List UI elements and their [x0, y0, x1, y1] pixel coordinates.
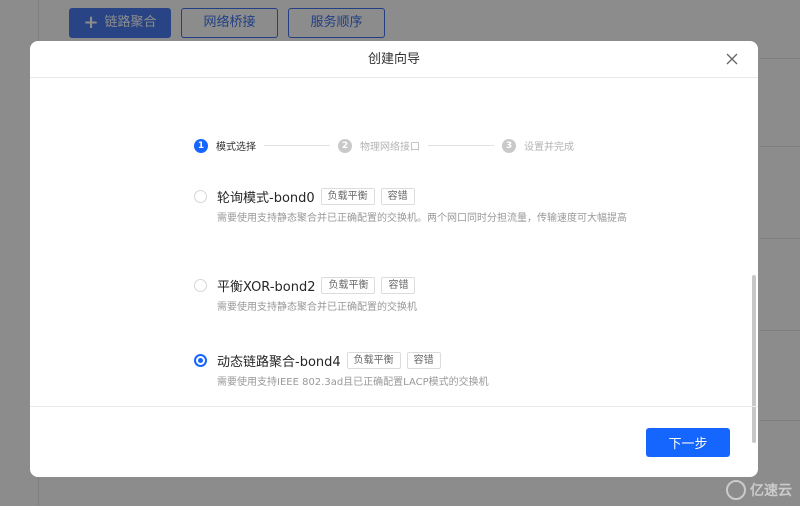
- close-button[interactable]: [724, 51, 740, 67]
- step-number: 3: [502, 138, 516, 153]
- option-title: 平衡XOR-bond2: [217, 279, 316, 295]
- option-title: 动态链路聚合-bond4: [217, 354, 341, 370]
- next-step-button[interactable]: 下一步: [646, 428, 730, 457]
- step-label: 设置并完成: [524, 142, 574, 153]
- tag-fault-tolerance: 容错: [381, 276, 416, 294]
- bond-mode-option-bond0[interactable]: 轮询模式-bond0 负载平衡 容错 需要使用支持静态聚合并已正确配置的交换机。…: [194, 186, 637, 226]
- radio-bond2[interactable]: [194, 278, 207, 292]
- option-description: 需要使用支持静态聚合并已正确配置的交换机: [217, 302, 417, 313]
- dialog-header: 创建向导: [30, 41, 758, 78]
- watermark: 亿速云: [726, 480, 792, 500]
- step-connector: [264, 145, 330, 146]
- step-physical-interface: 2 物理网络接口: [338, 138, 420, 153]
- step-finish: 3 设置并完成: [502, 138, 574, 153]
- tag-load-balance: 负载平衡: [320, 187, 375, 205]
- step-number: 2: [338, 138, 352, 153]
- watermark-logo-icon: [726, 480, 746, 500]
- radio-bond4[interactable]: [194, 353, 207, 367]
- bond-mode-option-bond4[interactable]: 动态链路聚合-bond4 负载平衡 容错 需要使用支持IEEE 802.3ad且…: [194, 350, 637, 390]
- watermark-text: 亿速云: [750, 483, 792, 499]
- tag-load-balance: 负载平衡: [321, 276, 376, 294]
- option-description: 需要使用支持IEEE 802.3ad且已正确配置LACP模式的交换机: [217, 377, 489, 388]
- step-mode-select: 1 模式选择: [194, 138, 256, 153]
- step-number: 1: [194, 138, 208, 153]
- tag-fault-tolerance: 容错: [406, 351, 441, 369]
- bond-mode-option-bond2[interactable]: 平衡XOR-bond2 负载平衡 容错 需要使用支持静态聚合并已正确配置的交换机: [194, 275, 637, 315]
- dialog-title: 创建向导: [367, 52, 420, 67]
- option-description: 需要使用支持静态聚合并已正确配置的交换机。两个网口同时分担流量，传输速度可大幅提…: [217, 213, 627, 224]
- tag-fault-tolerance: 容错: [380, 187, 415, 205]
- step-label: 模式选择: [216, 142, 256, 153]
- tag-load-balance: 负载平衡: [346, 351, 401, 369]
- radio-bond0[interactable]: [194, 189, 207, 203]
- wizard-steps: 1 模式选择 2 物理网络接口 3 设置并完成: [194, 138, 574, 153]
- step-label: 物理网络接口: [360, 142, 420, 153]
- dialog-footer: 下一步: [30, 406, 758, 477]
- step-connector: [428, 145, 494, 146]
- dialog-body: 1 模式选择 2 物理网络接口 3 设置并完成 轮询模式-bond0 负载平衡 …: [30, 79, 758, 443]
- create-wizard-dialog: 创建向导 1 模式选择 2 物理网络接口 3 设置并完成 轮询模式-bond0 …: [30, 41, 758, 477]
- option-title: 轮询模式-bond0: [217, 190, 315, 206]
- close-icon: [726, 53, 738, 65]
